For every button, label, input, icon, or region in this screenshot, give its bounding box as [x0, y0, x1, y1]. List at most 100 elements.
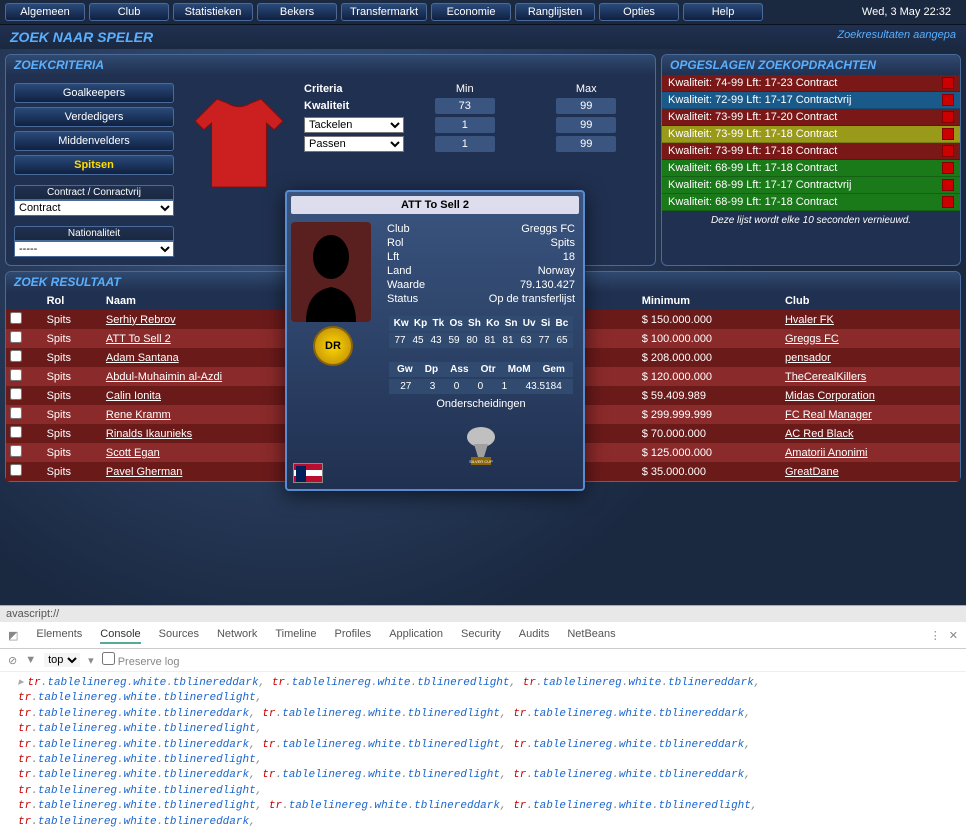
- console-output[interactable]: ▸tr.tablelinereg.white.tblinereddark, tr…: [0, 672, 966, 828]
- player-name-link[interactable]: Rinalds Ikaunieks: [106, 428, 192, 440]
- saved-search-item[interactable]: Kwaliteit: 68-99 Lft: 17-18 Contract: [662, 194, 960, 211]
- criteria-attr-select[interactable]: Tackelen: [304, 117, 404, 133]
- clear-console-icon[interactable]: ⊘: [8, 654, 17, 667]
- menu-transfermarkt[interactable]: Transfermarkt: [341, 3, 427, 21]
- devtools-tab-timeline[interactable]: Timeline: [275, 626, 316, 644]
- position-middenvelders[interactable]: Middenvelders: [14, 131, 174, 151]
- club-link[interactable]: Amatorii Anonimi: [785, 447, 868, 459]
- devtools-panel: ◩ Elements Console Sources Network Timeline P…: [0, 622, 966, 828]
- player-name-link[interactable]: ATT To Sell 2: [106, 333, 171, 345]
- player-silhouette: [291, 222, 371, 322]
- row-checkbox[interactable]: [10, 388, 22, 400]
- console-toolbar: ⊘ ▼ top ▾ Preserve log: [0, 649, 966, 672]
- criteria-grid-header: Criteria Min Max: [304, 83, 647, 95]
- criteria-row: Passen199: [304, 136, 647, 152]
- saved-search-item[interactable]: Kwaliteit: 68-99 Lft: 17-17 Contractvrij: [662, 177, 960, 194]
- menu-economie[interactable]: Economie: [431, 3, 511, 21]
- popup-info-row: StatusOp de transferlijst: [383, 292, 579, 306]
- player-name-link[interactable]: Rene Kramm: [106, 409, 171, 421]
- devtools-menu-icon[interactable]: ⋮: [930, 629, 941, 642]
- row-checkbox[interactable]: [10, 464, 22, 476]
- club-link[interactable]: TheCerealKillers: [785, 371, 866, 383]
- filter-icon[interactable]: ▼: [25, 654, 36, 666]
- page-title-bar: ZOEK NAAR SPELER Zoekresultaten aangepa: [0, 25, 966, 49]
- nationality-select[interactable]: -----: [14, 241, 174, 257]
- delete-saved-icon[interactable]: [942, 77, 954, 89]
- position-goalkeepers[interactable]: Goalkeepers: [14, 83, 174, 103]
- devtools-close-icon[interactable]: ✕: [949, 629, 958, 642]
- popup-info-row: RolSpits: [383, 236, 579, 250]
- player-name-link[interactable]: Adam Santana: [106, 352, 179, 364]
- club-link[interactable]: FC Real Manager: [785, 409, 872, 421]
- menu-statistieken[interactable]: Statistieken: [173, 3, 253, 21]
- club-link[interactable]: Greggs FC: [785, 333, 839, 345]
- devtools-tab-sources[interactable]: Sources: [159, 626, 199, 644]
- club-link[interactable]: pensador: [785, 352, 831, 364]
- menu-help[interactable]: Help: [683, 3, 763, 21]
- menu-club[interactable]: Club: [89, 3, 169, 21]
- delete-saved-icon[interactable]: [942, 145, 954, 157]
- results-col-header[interactable]: Rol: [43, 292, 102, 310]
- club-link[interactable]: GreatDane: [785, 466, 839, 478]
- contract-filter: Contract / Conractvrij Contract: [14, 185, 174, 216]
- console-scope-select[interactable]: top: [44, 653, 80, 667]
- criteria-attr-select[interactable]: Passen: [304, 136, 404, 152]
- devtools-tab-console[interactable]: Console: [100, 626, 140, 644]
- player-popup[interactable]: ATT To Sell 2 DR ClubGreggs FCRolSpitsLf…: [285, 190, 585, 491]
- devtools-tab-application[interactable]: Application: [389, 626, 443, 644]
- devtools-tab-netbeans[interactable]: NetBeans: [567, 626, 615, 644]
- saved-search-item[interactable]: Kwaliteit: 73-99 Lft: 17-20 Contract: [662, 109, 960, 126]
- saved-search-item[interactable]: Kwaliteit: 73-99 Lft: 17-18 Contract: [662, 143, 960, 160]
- club-link[interactable]: Midas Corporation: [785, 390, 875, 402]
- player-name-link[interactable]: Pavel Gherman: [106, 466, 182, 478]
- inspect-icon[interactable]: ◩: [8, 629, 18, 642]
- delete-saved-icon[interactable]: [942, 94, 954, 106]
- saved-searches-panel: OPGESLAGEN ZOEKOPDRACHTEN Kwaliteit: 74-…: [661, 54, 961, 266]
- row-checkbox[interactable]: [10, 350, 22, 362]
- position-verdedigers[interactable]: Verdedigers: [14, 107, 174, 127]
- popup-info-row: ClubGreggs FC: [383, 222, 579, 236]
- row-checkbox[interactable]: [10, 331, 22, 343]
- norway-flag-icon: [293, 463, 323, 483]
- delete-saved-icon[interactable]: [942, 196, 954, 208]
- player-name-link[interactable]: Abdul-Muhaimin al-Azdi: [106, 371, 222, 383]
- club-link[interactable]: Hvaler FK: [785, 314, 834, 326]
- club-link[interactable]: AC Red Black: [785, 428, 853, 440]
- contract-label: Contract / Conractvrij: [14, 185, 174, 200]
- results-col-header[interactable]: [6, 292, 43, 310]
- devtools-tab-elements[interactable]: Elements: [36, 626, 82, 644]
- saved-search-item[interactable]: Kwaliteit: 68-99 Lft: 17-18 Contract: [662, 160, 960, 177]
- row-checkbox[interactable]: [10, 369, 22, 381]
- row-checkbox[interactable]: [10, 426, 22, 438]
- devtools-tab-profiles[interactable]: Profiles: [335, 626, 372, 644]
- delete-saved-icon[interactable]: [942, 111, 954, 123]
- menu-opties[interactable]: Opties: [599, 3, 679, 21]
- player-name-link[interactable]: Serhiy Rebrov: [106, 314, 176, 326]
- delete-saved-icon[interactable]: [942, 162, 954, 174]
- row-checkbox[interactable]: [10, 445, 22, 457]
- row-checkbox[interactable]: [10, 312, 22, 324]
- delete-saved-icon[interactable]: [942, 179, 954, 191]
- position-spitsen[interactable]: Spitsen: [14, 155, 174, 175]
- saved-search-item[interactable]: Kwaliteit: 73-99 Lft: 17-18 Contract: [662, 126, 960, 143]
- saved-search-item[interactable]: Kwaliteit: 74-99 Lft: 17-23 Contract: [662, 75, 960, 92]
- player-name-link[interactable]: Calin Ionita: [106, 390, 161, 402]
- menu-algemeen[interactable]: Algemeen: [5, 3, 85, 21]
- criteria-row: Tackelen199: [304, 117, 647, 133]
- svg-text:SILVER CUP: SILVER CUP: [469, 459, 493, 464]
- delete-saved-icon[interactable]: [942, 128, 954, 140]
- results-col-header[interactable]: Club: [781, 292, 960, 310]
- awards-label: Onderscheidingen: [383, 396, 579, 412]
- row-checkbox[interactable]: [10, 407, 22, 419]
- devtools-tab-security[interactable]: Security: [461, 626, 501, 644]
- menu-ranglijsten[interactable]: Ranglijsten: [515, 3, 595, 21]
- contract-select[interactable]: Contract: [14, 200, 174, 216]
- menu-bekers[interactable]: Bekers: [257, 3, 337, 21]
- saved-search-item[interactable]: Kwaliteit: 72-99 Lft: 17-17 Contractvrij: [662, 92, 960, 109]
- preserve-log-checkbox[interactable]: Preserve log: [102, 652, 180, 668]
- player-name-link[interactable]: Scott Egan: [106, 447, 160, 459]
- results-col-header[interactable]: Minimum: [638, 292, 781, 310]
- top-menu-bar: AlgemeenClubStatistiekenBekersTransferma…: [0, 0, 966, 25]
- devtools-tab-network[interactable]: Network: [217, 626, 257, 644]
- devtools-tab-audits[interactable]: Audits: [519, 626, 550, 644]
